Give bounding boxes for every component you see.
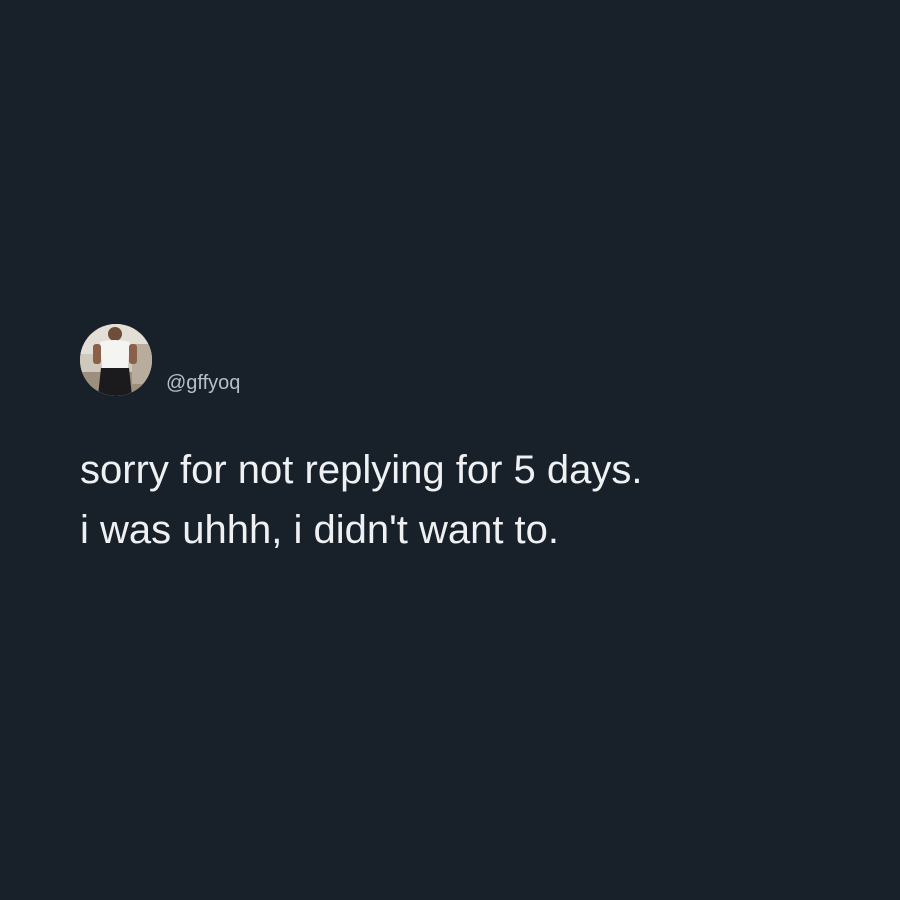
tweet-text-line: sorry for not replying for 5 days. <box>80 448 643 492</box>
tweet-text: sorry for not replying for 5 days. i was… <box>80 440 860 560</box>
person-photo-icon <box>80 324 152 396</box>
tweet-text-line: i was uhhh, i didn't want to. <box>80 508 560 552</box>
author-row: @gffyoq <box>80 324 860 396</box>
tweet-card: @gffyoq sorry for not replying for 5 day… <box>80 324 860 560</box>
author-handle[interactable]: @gffyoq <box>166 372 240 394</box>
avatar[interactable] <box>80 324 152 396</box>
